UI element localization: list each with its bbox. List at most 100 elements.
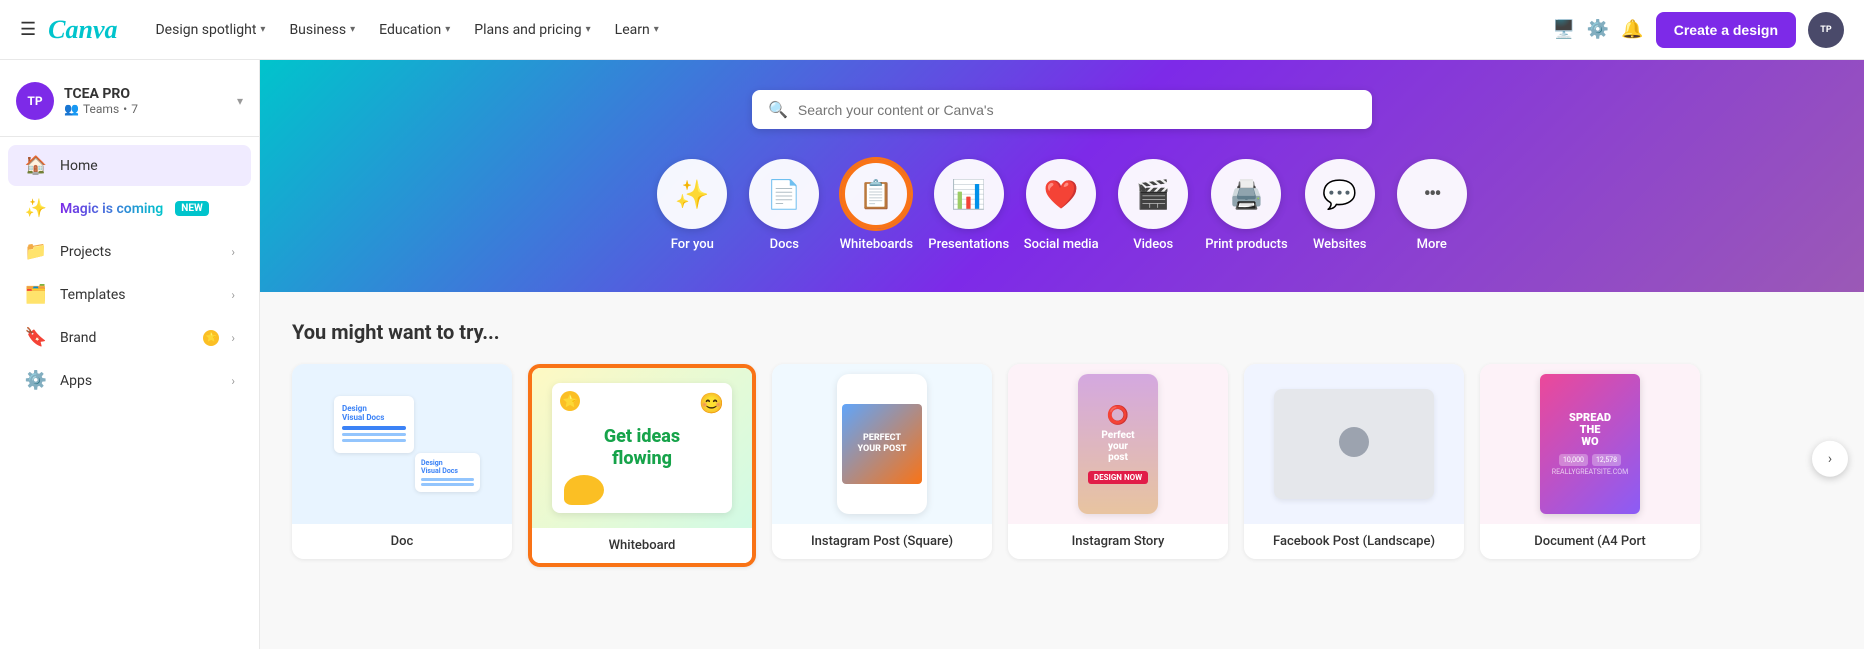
- facebook-post-thumb: [1244, 364, 1464, 524]
- create-design-button[interactable]: Create a design: [1656, 12, 1796, 48]
- nav-education[interactable]: Education ▾: [369, 16, 460, 44]
- doc-a4-stats: 10,000 12,578: [1559, 454, 1621, 466]
- bell-icon[interactable]: 🔔: [1621, 19, 1643, 40]
- sidebar-item-templates[interactable]: 🗂️ Templates ›: [8, 274, 251, 315]
- sidebar-item-apps[interactable]: ⚙️ Apps ›: [8, 360, 251, 401]
- brand-badge: ⭐: [203, 330, 219, 346]
- websites-circle: 💬: [1305, 159, 1375, 229]
- ig-sq-phone: PERFECTYOUR POST: [837, 374, 927, 514]
- arrow-right-icon: ›: [1828, 450, 1832, 466]
- videos-icon: 🎬: [1136, 178, 1171, 211]
- nav-learn[interactable]: Learn ▾: [605, 16, 669, 44]
- more-icon: •••: [1424, 182, 1440, 207]
- main-content: 🔍 ✨ For you 📄 Docs: [260, 60, 1864, 649]
- category-label: For you: [671, 237, 714, 252]
- more-circle: •••: [1397, 159, 1467, 229]
- sidebar-item-projects[interactable]: 📁 Projects ›: [8, 231, 251, 272]
- monitor-icon[interactable]: 🖥️: [1552, 19, 1574, 40]
- arrow-icon: ›: [231, 331, 235, 345]
- search-input[interactable]: [798, 102, 1356, 118]
- category-whiteboards[interactable]: 📋 Whiteboards: [836, 159, 916, 252]
- apps-icon: ⚙️: [24, 370, 48, 391]
- sidebar-item-label: Templates: [60, 287, 219, 303]
- cards-next-button[interactable]: ›: [1812, 440, 1848, 476]
- print-products-icon: 🖨️: [1229, 178, 1264, 211]
- new-badge: NEW: [175, 201, 208, 216]
- search-icon: 🔍: [768, 100, 788, 119]
- docs-icon: 📄: [767, 178, 802, 211]
- logo[interactable]: Canva: [48, 15, 117, 45]
- nav-links: Design spotlight ▾ Business ▾ Education …: [145, 16, 1544, 44]
- fb-mock: [1274, 389, 1434, 499]
- arrow-icon: ›: [231, 245, 235, 259]
- for-you-icon: ✨: [675, 178, 710, 211]
- print-products-circle: 🖨️: [1211, 159, 1281, 229]
- whiteboards-icon: 📋: [859, 178, 894, 211]
- presentations-icon: 📊: [951, 178, 986, 211]
- category-print-products[interactable]: 🖨️ Print products: [1205, 159, 1287, 252]
- nav-plans-pricing[interactable]: Plans and pricing ▾: [464, 16, 600, 44]
- card-label: Facebook Post (Landscape): [1244, 524, 1464, 559]
- category-videos[interactable]: 🎬 Videos: [1113, 159, 1193, 252]
- sidebar-item-home[interactable]: 🏠 Home: [8, 145, 251, 186]
- sidebar: TP TCEA PRO 👥 Teams • 7 ▾ 🏠 Home ✨ Magic…: [0, 60, 260, 649]
- settings-icon[interactable]: ⚙️: [1587, 19, 1609, 40]
- sidebar-item-label: Projects: [60, 244, 219, 260]
- card-doc[interactable]: DesignVisual Docs DesignVisual Docs: [292, 364, 512, 559]
- for-you-circle: ✨: [657, 159, 727, 229]
- content-area: You might want to try... DesignVisual Do…: [260, 292, 1864, 649]
- category-websites[interactable]: 💬 Websites: [1300, 159, 1380, 252]
- ig-story-logo: ⭕: [1107, 405, 1129, 426]
- sidebar-item-brand[interactable]: 🔖 Brand ⭐ ›: [8, 317, 251, 358]
- magic-label: Magic is coming: [60, 201, 163, 217]
- search-bar: 🔍: [752, 90, 1372, 129]
- wb-star: ⭐: [560, 391, 580, 411]
- whiteboards-circle: 📋: [841, 159, 911, 229]
- sidebar-item-label: Brand: [60, 330, 191, 346]
- category-label: More: [1417, 237, 1447, 252]
- category-docs[interactable]: 📄 Docs: [744, 159, 824, 252]
- card-label: Instagram Story: [1008, 524, 1228, 559]
- card-instagram-square[interactable]: PERFECTYOUR POST Instagram Post (Square): [772, 364, 992, 559]
- presentations-circle: 📊: [934, 159, 1004, 229]
- avatar[interactable]: TP: [1808, 12, 1844, 48]
- fb-placeholder-icon: [1339, 427, 1369, 457]
- videos-circle: 🎬: [1118, 159, 1188, 229]
- category-label: Whiteboards: [840, 237, 913, 252]
- card-instagram-story[interactable]: ⭕ Perfectyourpost DESIGN NOW Instagram S…: [1008, 364, 1228, 559]
- card-facebook-post[interactable]: Facebook Post (Landscape): [1244, 364, 1464, 559]
- social-media-circle: ❤️: [1026, 159, 1096, 229]
- sidebar-user-name: TCEA PRO: [64, 86, 227, 102]
- category-social-media[interactable]: ❤️ Social media: [1021, 159, 1101, 252]
- card-label: Instagram Post (Square): [772, 524, 992, 559]
- projects-icon: 📁: [24, 241, 48, 262]
- sidebar-user-team: 👥 Teams • 7: [64, 102, 227, 116]
- sidebar-item-magic[interactable]: ✨ Magic is coming NEW: [8, 188, 251, 229]
- chevron-icon: ▾: [350, 24, 355, 35]
- category-presentations[interactable]: 📊 Presentations: [928, 159, 1009, 252]
- card-document-a4[interactable]: SPREADTHEWO 10,000 12,578 REALLYGREATSIT…: [1480, 364, 1700, 559]
- category-label: Docs: [770, 237, 799, 252]
- categories-row: ✨ For you 📄 Docs 📋 Whiteboards: [300, 159, 1824, 252]
- topnav: ☰ Canva Design spotlight ▾ Business ▾ Ed…: [0, 0, 1864, 60]
- doc-a4-mock: SPREADTHEWO 10,000 12,578 REALLYGREATSIT…: [1540, 374, 1640, 514]
- whiteboard-thumb: Get ideasflowing 😊 ⭐: [532, 368, 752, 528]
- doc-a4-url: REALLYGREATSITE.COM: [1552, 468, 1628, 476]
- doc-thumb: DesignVisual Docs DesignVisual Docs: [292, 364, 512, 524]
- card-label: Document (A4 Port: [1480, 524, 1700, 559]
- category-label: Social media: [1024, 237, 1099, 252]
- chevron-icon: ▾: [260, 24, 265, 35]
- doc-mock-primary: DesignVisual Docs: [334, 396, 414, 453]
- hamburger-icon[interactable]: ☰: [20, 19, 36, 40]
- card-whiteboard[interactable]: Get ideasflowing 😊 ⭐ Whiteboard: [528, 364, 756, 567]
- sidebar-user[interactable]: TP TCEA PRO 👥 Teams • 7 ▾: [0, 72, 259, 137]
- sidebar-user-info: TCEA PRO 👥 Teams • 7: [64, 86, 227, 116]
- brand-icon: 🔖: [24, 327, 48, 348]
- nav-design-spotlight[interactable]: Design spotlight ▾: [145, 16, 275, 44]
- doc-mock-secondary: DesignVisual Docs: [415, 453, 480, 492]
- category-label: Presentations: [928, 237, 1009, 252]
- category-more[interactable]: ••• More: [1392, 159, 1472, 252]
- ig-sq-post: PERFECTYOUR POST: [842, 404, 922, 484]
- nav-business[interactable]: Business ▾: [279, 16, 365, 44]
- category-for-you[interactable]: ✨ For you: [652, 159, 732, 252]
